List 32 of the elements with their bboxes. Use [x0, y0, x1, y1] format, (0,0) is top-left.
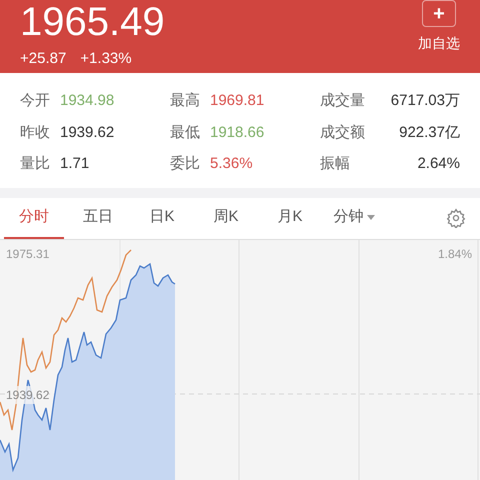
stat-label: 昨收	[20, 122, 50, 142]
stat-label: 最低	[170, 122, 200, 142]
settings-icon[interactable]	[446, 208, 466, 228]
stat-value: 2.64%	[417, 154, 460, 174]
price-change-percent: +1.33%	[80, 49, 132, 69]
stat-value: 5.36%	[210, 154, 253, 174]
price-change: +25.87	[20, 49, 66, 69]
chart-tab[interactable]: 分钟	[324, 197, 384, 239]
stat-value: 1918.66	[210, 122, 264, 142]
chart-tab[interactable]: 日K	[132, 197, 192, 239]
stat-label: 委比	[170, 154, 200, 174]
chart-tab[interactable]: 五日	[68, 197, 128, 239]
add-button[interactable]: +	[422, 0, 456, 27]
stat-value: 922.37亿	[399, 122, 460, 142]
stat-label: 今开	[20, 91, 50, 111]
stat-value: 1939.62	[60, 122, 114, 142]
stat-label: 振幅	[320, 154, 350, 174]
stat-value: 1934.98	[60, 91, 114, 111]
stat-label: 量比	[20, 154, 50, 174]
axis-label: 1975.31	[6, 246, 50, 262]
axis-label: 1.84%	[438, 246, 472, 262]
axis-label: 1939.62	[6, 386, 50, 404]
stat-label: 最高	[170, 91, 200, 111]
chart-tab[interactable]: 周K	[196, 197, 256, 239]
price: 1965.49	[20, 2, 165, 42]
stat-value: 1.71	[60, 154, 90, 174]
stat-value: 1969.81	[210, 91, 264, 111]
stat-label: 成交额	[320, 122, 365, 142]
stat-value: 6717.03万	[390, 91, 460, 111]
add-label: 加自选	[418, 34, 460, 53]
chart-tab[interactable]: 月K	[260, 197, 320, 239]
stat-label: 成交量	[320, 91, 365, 111]
